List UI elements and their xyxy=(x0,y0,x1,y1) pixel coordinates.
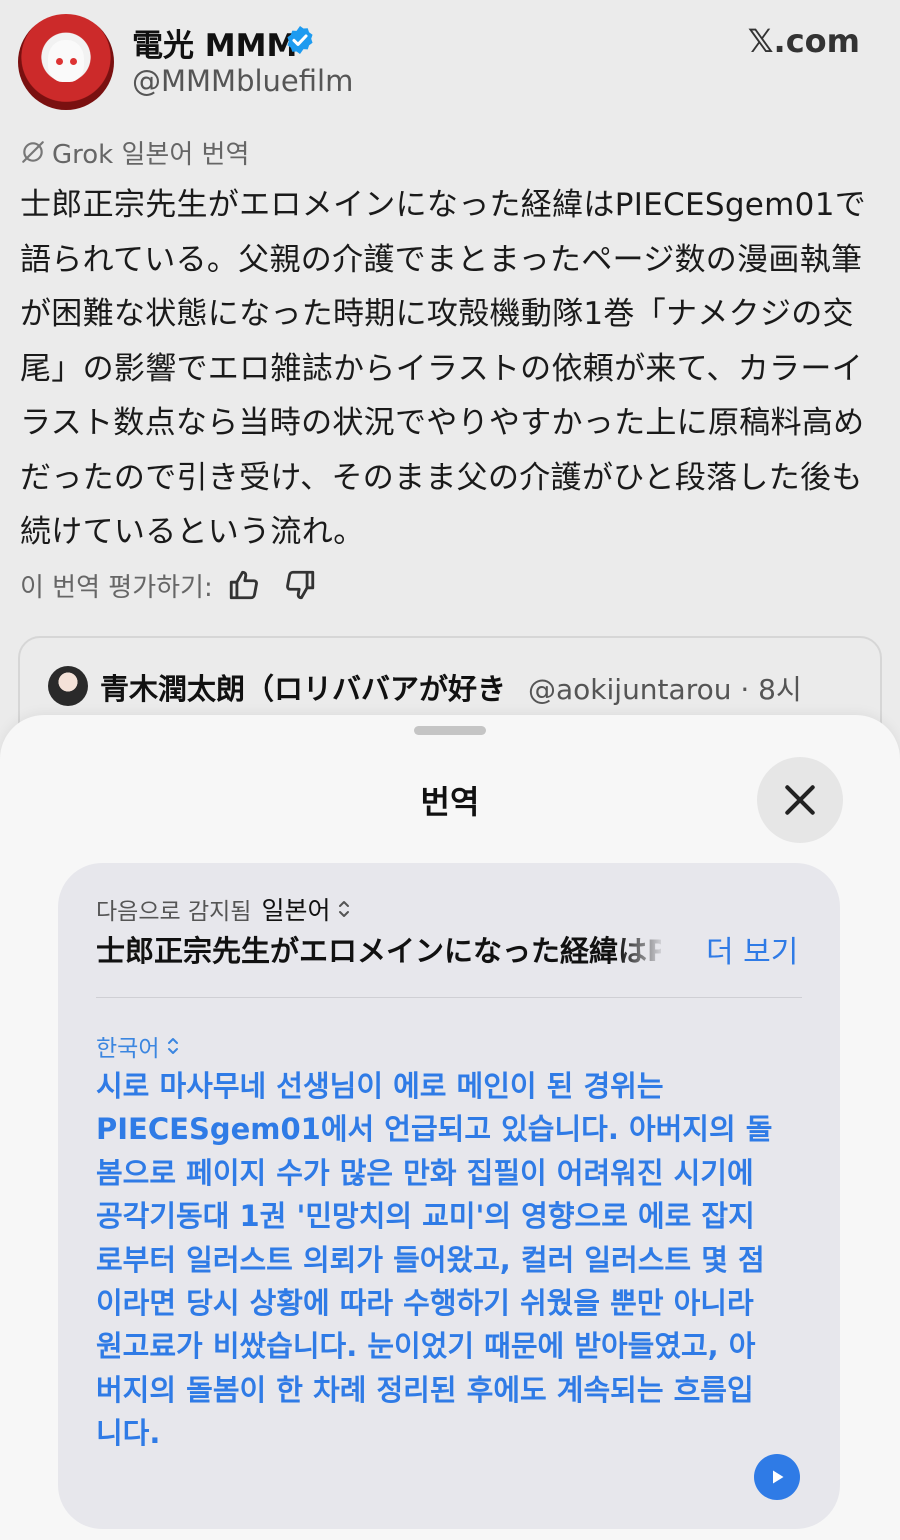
thumbs-up-icon[interactable] xyxy=(227,568,261,602)
detected-language: 일본어 xyxy=(261,896,331,925)
translated-text: 시로 마사무네 선생님이 에로 메인이 된 경위는 PIECESgem01에서 … xyxy=(96,1069,773,1451)
source-text-preview: 士郎正宗先生がエロメインになった経緯はPIECESgem01 xyxy=(96,934,661,968)
target-language-row[interactable]: 한국어 xyxy=(96,1029,181,1063)
thumbs-down-icon[interactable] xyxy=(283,568,317,602)
sheet-grabber[interactable] xyxy=(414,726,486,735)
handle[interactable]: @MMMbluefilm xyxy=(132,64,353,98)
chevron-up-down-icon xyxy=(339,901,350,917)
close-button[interactable] xyxy=(757,757,843,843)
play-button[interactable] xyxy=(754,1454,800,1500)
translation-card: 다음으로 감지됨 일본어 士郎正宗先生がエロメインになった経緯はPIECESge… xyxy=(58,863,840,1529)
site-logo: 𝕏.com xyxy=(747,22,860,60)
detected-prefix: 다음으로 감지됨 xyxy=(96,899,252,925)
target-language: 한국어 xyxy=(96,1036,160,1062)
rate-translation-label: 이 번역 평가하기: xyxy=(20,572,213,603)
avatar[interactable] xyxy=(18,14,114,110)
quoted-avatar[interactable] xyxy=(48,666,88,706)
close-icon xyxy=(785,785,815,815)
quoted-handle-time: @aokijuntarou · 8시 xyxy=(528,673,802,706)
detected-language-row[interactable]: 다음으로 감지됨 일본어 xyxy=(96,891,352,927)
source-fade xyxy=(618,929,666,973)
grok-translation-label: Grok 일본어 번역 xyxy=(52,139,250,170)
rate-translation-row: 이 번역 평가하기: xyxy=(20,563,339,607)
display-name[interactable]: 電光 MMM xyxy=(132,20,297,65)
verified-badge-icon xyxy=(287,26,313,54)
translation-sheet: 번역 다음으로 감지됨 일본어 士郎正宗先生がエロメインになった経緯はPIECE… xyxy=(0,715,900,1540)
avatar-eye-left xyxy=(56,58,63,65)
avatar-face xyxy=(48,40,84,82)
avatar-eye-right xyxy=(70,58,77,65)
show-more-link[interactable]: 더 보기 xyxy=(706,927,798,971)
grok-icon xyxy=(22,141,44,163)
quoted-display-name: 青木潤太朗（ロリババアが好き xyxy=(100,672,507,706)
page: 電光 MMM @MMMbluefilm 𝕏.com Grok 일본어 번역 士郎… xyxy=(0,0,900,1540)
grok-translation-row: Grok 일본어 번역 xyxy=(20,134,249,170)
tweet-header: 電光 MMM @MMMbluefilm 𝕏.com xyxy=(0,0,900,130)
divider xyxy=(96,997,802,998)
play-icon xyxy=(773,1470,784,1484)
chevron-up-down-icon xyxy=(168,1038,179,1054)
tweet-text: 士郎正宗先生がエロメインになった経緯はPIECESgem01で語られている。父親… xyxy=(20,187,867,550)
